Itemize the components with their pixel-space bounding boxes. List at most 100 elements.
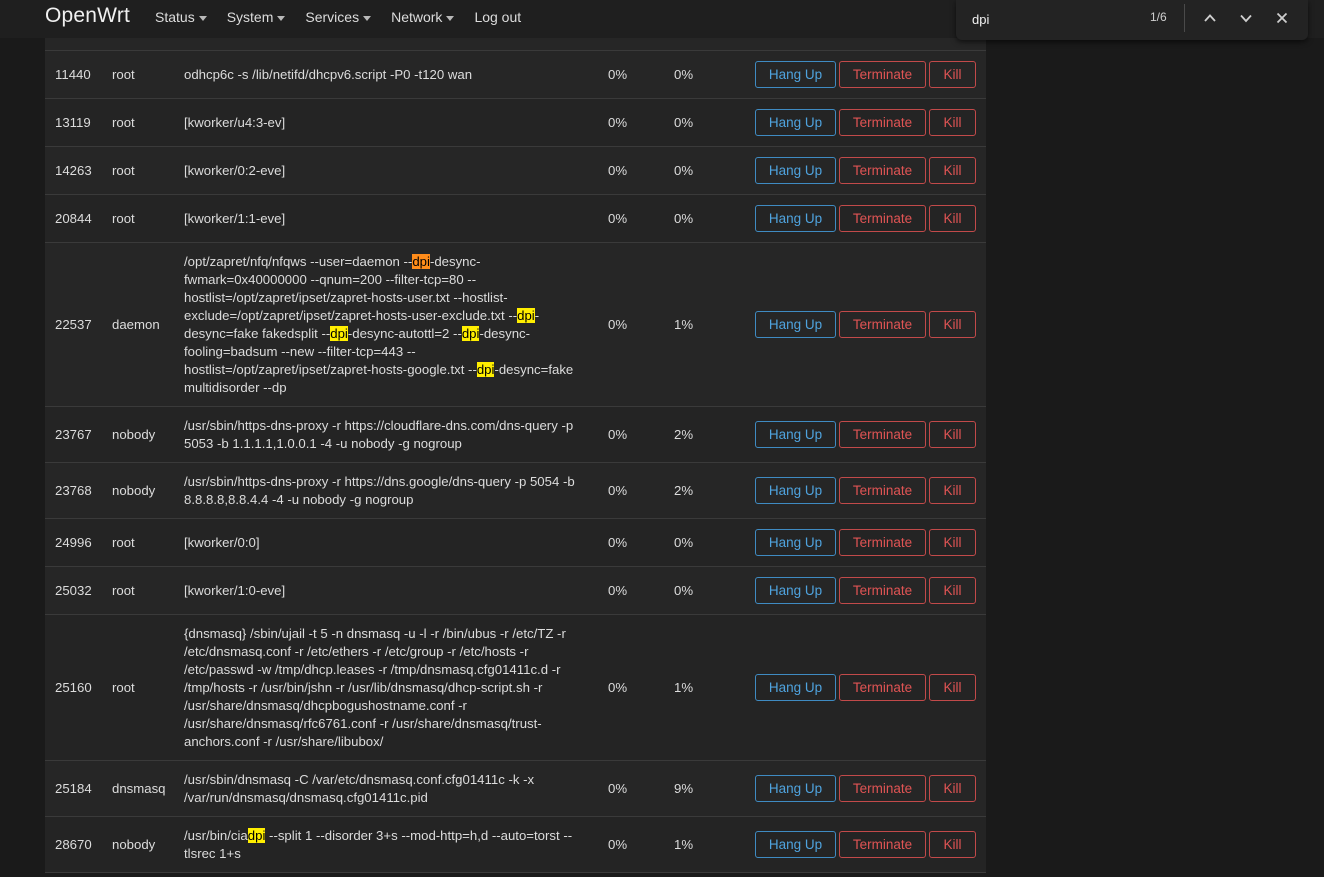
hang-up-button[interactable]: Hang Up (755, 109, 836, 136)
nav-status[interactable]: Status (155, 9, 207, 25)
process-owner: root (112, 680, 135, 695)
process-mem: 1% (674, 317, 694, 332)
process-command: [kworker/1:1-eve] (184, 211, 286, 226)
terminate-button[interactable]: Terminate (839, 311, 926, 338)
kill-button[interactable]: Kill (929, 529, 976, 556)
nav-status-label: Status (155, 9, 195, 25)
find-next-button[interactable] (1235, 7, 1257, 29)
process-cpu: 0% (608, 781, 628, 796)
command-text: /usr/bin/cia (184, 828, 248, 843)
hang-up-button[interactable]: Hang Up (755, 205, 836, 232)
process-actions: Hang Up Terminate Kill (755, 61, 976, 88)
hang-up-button[interactable]: Hang Up (755, 529, 836, 556)
find-highlight: dpi (247, 828, 266, 843)
find-input[interactable] (970, 9, 1144, 29)
table-row: 11440 root odhcp6c -s /lib/netifd/dhcpv6.s… (45, 51, 986, 99)
kill-button[interactable]: Kill (929, 311, 976, 338)
command-text: /opt/zapret/nfq/nfqws --user=daemon -- (184, 254, 413, 269)
process-pid: 24996 (55, 535, 92, 550)
process-mem: 9% (674, 781, 694, 796)
process-pid: 11440 (55, 67, 91, 82)
process-command: [kworker/1:0-eve] (184, 583, 286, 598)
process-mem: 1% (674, 837, 694, 852)
process-actions: Hang Up Terminate Kill (755, 109, 976, 136)
process-owner: dnsmasq (112, 781, 166, 796)
process-owner: root (112, 163, 135, 178)
process-command: [kworker/0:0] (184, 535, 260, 550)
terminate-button[interactable]: Terminate (839, 61, 926, 88)
kill-button[interactable]: Kill (929, 577, 976, 604)
find-highlight-current: dpi (412, 254, 430, 269)
process-cpu: 0% (608, 680, 628, 695)
kill-button[interactable]: Kill (929, 421, 976, 448)
process-owner: root (112, 535, 135, 550)
process-mem: 2% (674, 427, 694, 442)
terminate-button[interactable]: Terminate (839, 831, 926, 858)
kill-button[interactable]: Kill (929, 477, 976, 504)
nav-services-label: Services (305, 9, 360, 25)
kill-button[interactable]: Kill (929, 831, 976, 858)
hang-up-button[interactable]: Hang Up (755, 157, 836, 184)
hang-up-button[interactable]: Hang Up (755, 421, 836, 448)
kill-button[interactable]: Kill (929, 109, 976, 136)
hang-up-button[interactable]: Hang Up (755, 831, 836, 858)
process-mem: 0% (674, 67, 694, 82)
terminate-button[interactable]: Terminate (839, 674, 926, 701)
process-actions: Hang Up Terminate Kill (755, 674, 976, 701)
kill-button[interactable]: Kill (929, 205, 976, 232)
nav-system[interactable]: System (227, 9, 286, 25)
process-actions: Hang Up Terminate Kill (755, 775, 976, 802)
chevron-down-icon (1240, 14, 1252, 23)
chevron-down-icon (446, 15, 455, 21)
kill-button[interactable]: Kill (929, 674, 976, 701)
nav-logout-label: Log out (474, 9, 522, 25)
process-owner: root (112, 583, 135, 598)
process-owner: root (112, 211, 135, 226)
terminate-button[interactable]: Terminate (839, 529, 926, 556)
process-mem: 0% (674, 163, 694, 178)
kill-button[interactable]: Kill (929, 157, 976, 184)
process-actions: Hang Up Terminate Kill (755, 311, 976, 338)
nav-network[interactable]: Network (391, 9, 455, 25)
process-actions: Hang Up Terminate Kill (755, 205, 976, 232)
terminate-button[interactable]: Terminate (839, 421, 926, 448)
hang-up-button[interactable]: Hang Up (755, 311, 836, 338)
process-cpu: 0% (608, 583, 628, 598)
process-cpu: 0% (608, 317, 628, 332)
process-actions: Hang Up Terminate Kill (755, 577, 976, 604)
process-command: [kworker/0:2-eve] (184, 163, 286, 178)
nav-services[interactable]: Services (305, 9, 372, 25)
process-pid: 14263 (55, 163, 92, 178)
kill-button[interactable]: Kill (929, 61, 976, 88)
terminate-button[interactable]: Terminate (839, 157, 926, 184)
terminate-button[interactable]: Terminate (839, 775, 926, 802)
process-cpu: 0% (608, 115, 628, 130)
terminate-button[interactable]: Terminate (839, 477, 926, 504)
hang-up-button[interactable]: Hang Up (755, 61, 836, 88)
terminate-button[interactable]: Terminate (839, 577, 926, 604)
process-actions: Hang Up Terminate Kill (755, 831, 976, 858)
kill-button[interactable]: Kill (929, 775, 976, 802)
nav-logout[interactable]: Log out (474, 9, 521, 25)
hang-up-button[interactable]: Hang Up (755, 477, 836, 504)
find-close-button[interactable] (1271, 7, 1293, 29)
hang-up-button[interactable]: Hang Up (755, 577, 836, 604)
table-row: 24996 root [kworker/0:0] 0% 0% Hang Up Termina… (45, 519, 986, 567)
process-mem: 0% (674, 583, 694, 598)
process-cpu: 0% (608, 837, 628, 852)
find-highlight: dpi (330, 326, 348, 341)
terminate-button[interactable]: Terminate (839, 205, 926, 232)
terminate-button[interactable]: Terminate (839, 109, 926, 136)
process-mem: 2% (674, 483, 694, 498)
process-cpu: 0% (608, 483, 628, 498)
close-icon (1276, 12, 1288, 24)
hang-up-button[interactable]: Hang Up (755, 674, 836, 701)
process-command: /usr/sbin/https-dns-proxy -r https://dns… (184, 474, 575, 507)
brand-logo[interactable]: OpenWrt (45, 4, 130, 28)
hang-up-button[interactable]: Hang Up (755, 775, 836, 802)
process-actions: Hang Up Terminate Kill (755, 421, 976, 448)
find-highlight: dpi (461, 326, 480, 341)
find-previous-button[interactable] (1199, 7, 1221, 29)
main-nav: Status System Services Network Log out (155, 9, 541, 25)
process-owner: root (112, 115, 135, 130)
